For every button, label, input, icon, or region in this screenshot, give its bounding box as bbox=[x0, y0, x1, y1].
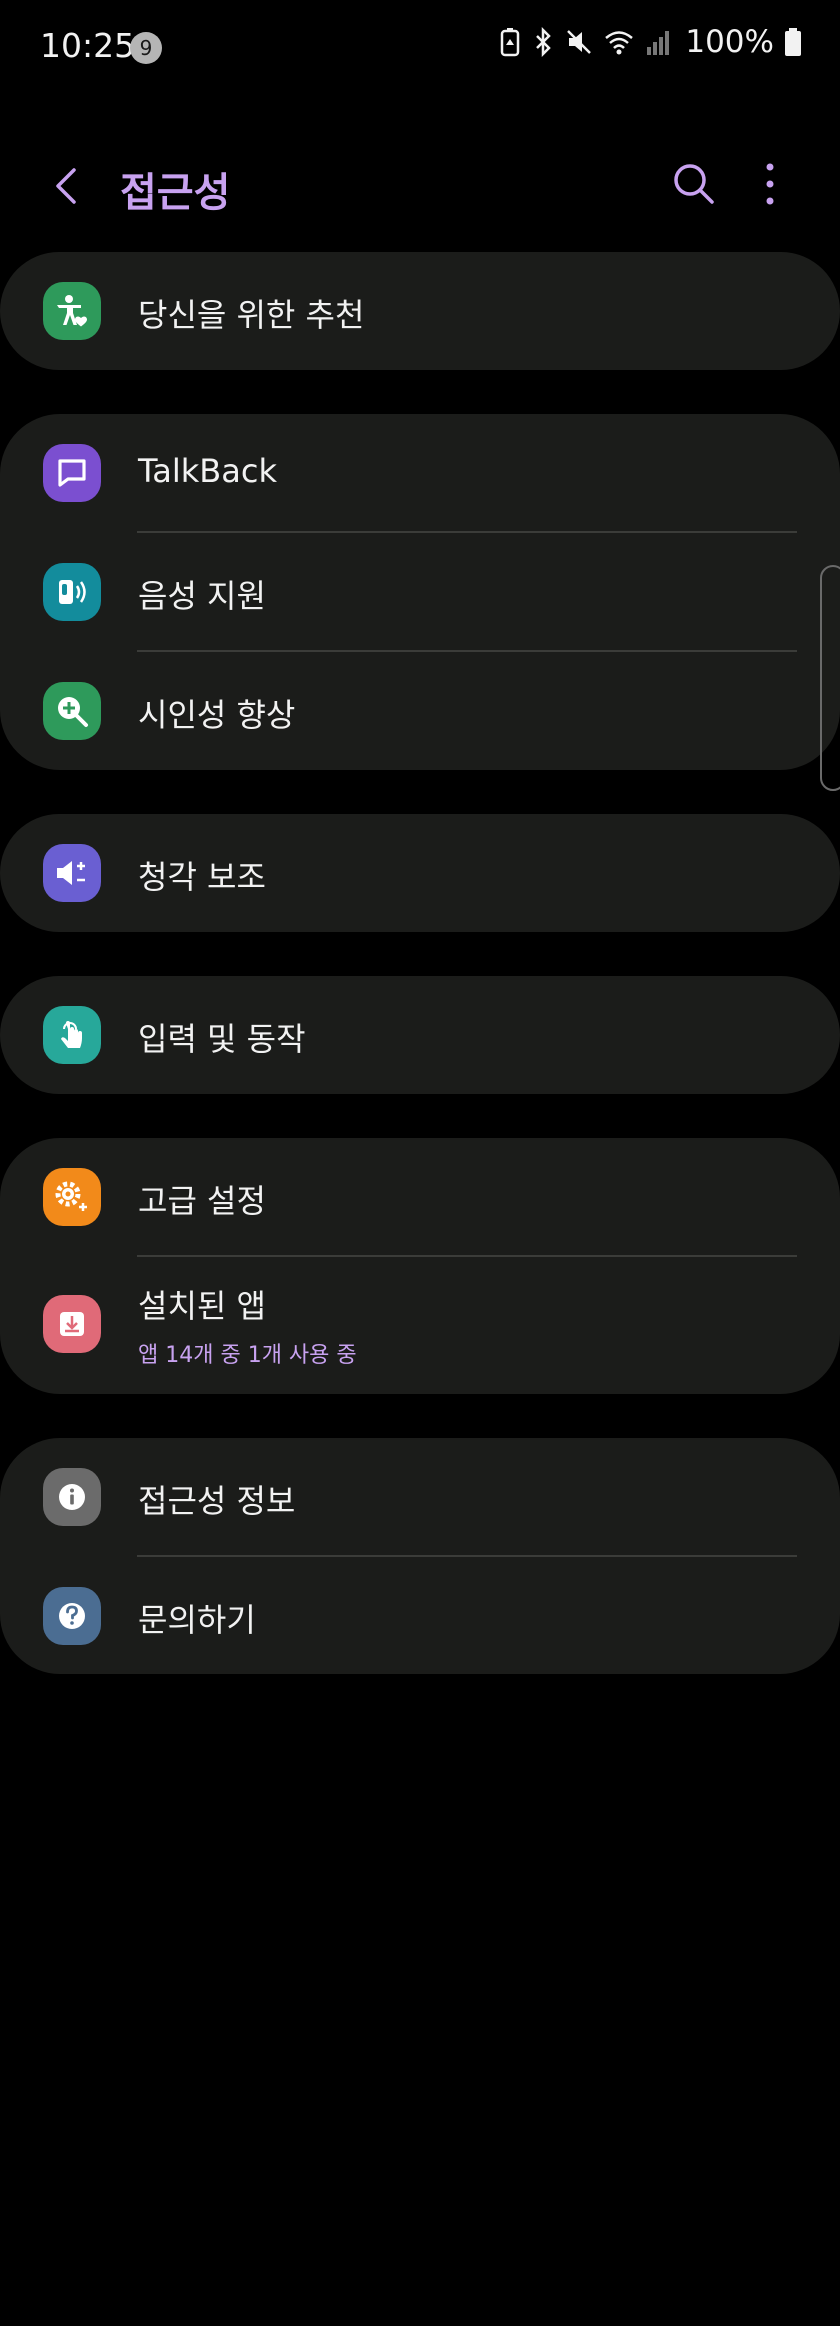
advanced-gear-icon bbox=[43, 1168, 101, 1226]
visibility-zoom-icon bbox=[43, 682, 101, 740]
battery-saver-icon bbox=[501, 28, 520, 57]
menu-item-recommended[interactable]: 당신을 위한 추천 bbox=[0, 252, 840, 370]
interaction-card: 입력 및 동작 bbox=[0, 976, 840, 1094]
app-bar: 접근성 bbox=[0, 140, 840, 230]
menu-item-label: 고급 설정 bbox=[138, 1182, 266, 1220]
recommended-card: 당신을 위한 추천 bbox=[0, 252, 840, 370]
page-title: 접근성 bbox=[120, 170, 231, 216]
touch-hand-icon bbox=[43, 1006, 101, 1064]
voice-assistant-icon bbox=[43, 563, 101, 621]
wifi-icon bbox=[605, 31, 634, 55]
advanced-card: 고급 설정 설치된 앱 앱 14개 중 1개 사용 중 bbox=[0, 1138, 840, 1394]
menu-item-voice-assistant[interactable]: 음성 지원 bbox=[0, 533, 840, 651]
help-question-icon bbox=[43, 1587, 101, 1645]
menu-item-accessibility-info[interactable]: 접근성 정보 bbox=[0, 1438, 840, 1556]
bluetooth-icon bbox=[536, 27, 552, 57]
search-icon bbox=[674, 164, 714, 204]
more-vertical-icon bbox=[766, 163, 774, 205]
signal-icon bbox=[647, 31, 670, 55]
back-button[interactable] bbox=[40, 158, 96, 214]
accessibility-heart-icon bbox=[43, 282, 101, 340]
menu-item-talkback[interactable]: TalkBack bbox=[0, 414, 840, 532]
notification-count-badge: 9 bbox=[130, 32, 162, 64]
mute-vibrate-icon bbox=[567, 30, 592, 54]
menu-item-label: TalkBack bbox=[138, 452, 277, 490]
menu-item-hearing[interactable]: 청각 보조 bbox=[0, 814, 840, 932]
hearing-volume-icon bbox=[43, 844, 101, 902]
battery-percentage: 100% bbox=[685, 24, 774, 60]
talkback-chat-icon bbox=[43, 444, 101, 502]
vision-card: TalkBack 음성 지원 시인성 향상 bbox=[0, 414, 840, 770]
hearing-card: 청각 보조 bbox=[0, 814, 840, 932]
menu-item-interaction[interactable]: 입력 및 동작 bbox=[0, 976, 840, 1094]
menu-item-label: 입력 및 동작 bbox=[138, 1020, 306, 1058]
more-options-button[interactable] bbox=[750, 158, 790, 210]
menu-item-label: 음성 지원 bbox=[138, 577, 266, 615]
menu-item-label: 당신을 위한 추천 bbox=[138, 296, 365, 334]
status-icons: 100% bbox=[499, 24, 802, 60]
menu-item-label: 문의하기 bbox=[138, 1601, 256, 1639]
menu-item-contact-us[interactable]: 문의하기 bbox=[0, 1557, 840, 1675]
menu-item-label: 설치된 앱 bbox=[138, 1287, 266, 1325]
menu-item-label: 청각 보조 bbox=[138, 858, 266, 896]
menu-item-label: 접근성 정보 bbox=[138, 1482, 296, 1520]
scroll-handle[interactable] bbox=[820, 565, 840, 791]
info-icon bbox=[43, 1468, 101, 1526]
status-bar: 10:25 9 100% bbox=[0, 0, 840, 96]
menu-item-installed-apps[interactable]: 설치된 앱 앱 14개 중 1개 사용 중 bbox=[0, 1257, 840, 1394]
search-button[interactable] bbox=[668, 158, 720, 210]
battery-icon bbox=[785, 28, 801, 56]
menu-item-label: 시인성 향상 bbox=[138, 696, 296, 734]
info-card: 접근성 정보 문의하기 bbox=[0, 1438, 840, 1674]
menu-item-sublabel: 앱 14개 중 1개 사용 중 bbox=[138, 1343, 357, 1368]
download-app-icon bbox=[43, 1295, 101, 1353]
menu-item-advanced-settings[interactable]: 고급 설정 bbox=[0, 1138, 840, 1256]
back-arrow-icon bbox=[56, 168, 76, 204]
menu-item-visibility[interactable]: 시인성 향상 bbox=[0, 652, 840, 770]
status-time: 10:25 bbox=[40, 26, 136, 65]
